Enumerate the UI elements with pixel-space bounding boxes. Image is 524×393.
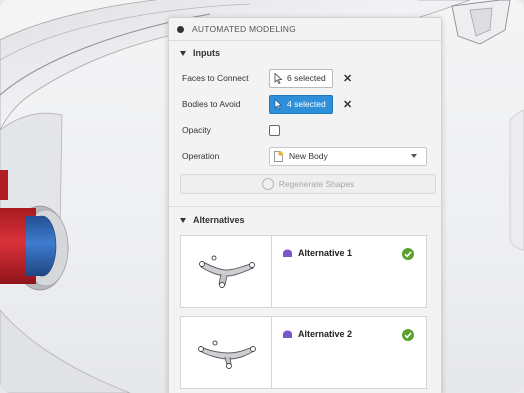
clear-faces-icon[interactable]: ✕ <box>343 72 352 85</box>
alternative-thumbnail <box>181 317 272 388</box>
faces-to-connect-label: Faces to Connect <box>182 73 249 83</box>
regenerate-icon <box>261 178 274 190</box>
faces-to-connect-selector[interactable]: 6 selected <box>269 68 333 88</box>
bodies-to-avoid-selector[interactable]: 4 selected <box>269 94 333 114</box>
alternative-thumbnail <box>181 236 272 307</box>
clear-bodies-icon[interactable]: ✕ <box>343 98 352 111</box>
checkmark-icon <box>402 248 414 260</box>
blue-cylinder-body <box>26 216 42 276</box>
bodies-to-avoid-row: Bodies to Avoid 4 selected ✕ <box>169 91 441 117</box>
alternatives-section-toggle[interactable]: Alternatives <box>169 211 441 229</box>
red-tab <box>0 170 8 200</box>
bodies-to-avoid-label: Bodies to Avoid <box>182 99 241 109</box>
body-icon <box>283 330 292 338</box>
alternative-card[interactable]: Alternative 2 <box>180 316 427 389</box>
cursor-arrow-icon <box>274 98 283 110</box>
inputs-section-title: Inputs <box>193 48 220 58</box>
bracket-shape-icon <box>199 255 255 288</box>
bracket-shape-icon <box>198 340 256 369</box>
collapse-triangle-icon <box>180 50 186 56</box>
operation-label: Operation <box>182 151 220 161</box>
bodies-to-avoid-value: 4 selected <box>287 99 326 109</box>
checkmark-icon <box>402 329 414 341</box>
alternative-card[interactable]: Alternative 1 <box>180 235 427 308</box>
operation-dropdown[interactable]: New Body <box>269 146 427 166</box>
faces-to-connect-row: Faces to Connect 6 selected ✕ <box>169 65 441 91</box>
opacity-checkbox[interactable] <box>269 124 280 136</box>
section-divider <box>169 206 441 207</box>
alternative-title: Alternative 2 <box>282 329 352 339</box>
cursor-arrow-icon <box>274 72 283 84</box>
panel-dot-icon <box>177 25 184 33</box>
regenerate-label: Regenerate Shapes <box>278 179 355 189</box>
operation-value: New Body <box>289 151 328 161</box>
automated-modeling-panel: AUTOMATED MODELING Inputs Faces to Conne… <box>168 17 442 393</box>
chevron-down-icon <box>411 153 417 158</box>
faces-to-connect-value: 6 selected <box>287 73 326 83</box>
alternatives-section-title: Alternatives <box>193 215 245 225</box>
collapse-triangle-icon <box>180 217 186 223</box>
panel-header[interactable]: AUTOMATED MODELING <box>169 18 441 41</box>
alternative-label: Alternative 2 <box>298 329 353 339</box>
right-body <box>509 109 524 251</box>
inputs-section-toggle[interactable]: Inputs <box>169 44 441 62</box>
opacity-label: Opacity <box>182 125 211 135</box>
operation-row: Operation New Body <box>169 143 441 169</box>
regenerate-shapes-button[interactable]: Regenerate Shapes <box>180 174 436 194</box>
app-frame: AUTOMATED MODELING Inputs Faces to Conne… <box>0 0 524 393</box>
panel-title: AUTOMATED MODELING <box>192 24 296 34</box>
ring-lower-body <box>0 309 131 393</box>
opacity-row: Opacity <box>169 117 441 143</box>
body-icon <box>283 249 292 257</box>
alternative-title: Alternative 1 <box>282 248 352 258</box>
alternative-label: Alternative 1 <box>298 248 353 258</box>
new-body-icon <box>274 150 283 162</box>
